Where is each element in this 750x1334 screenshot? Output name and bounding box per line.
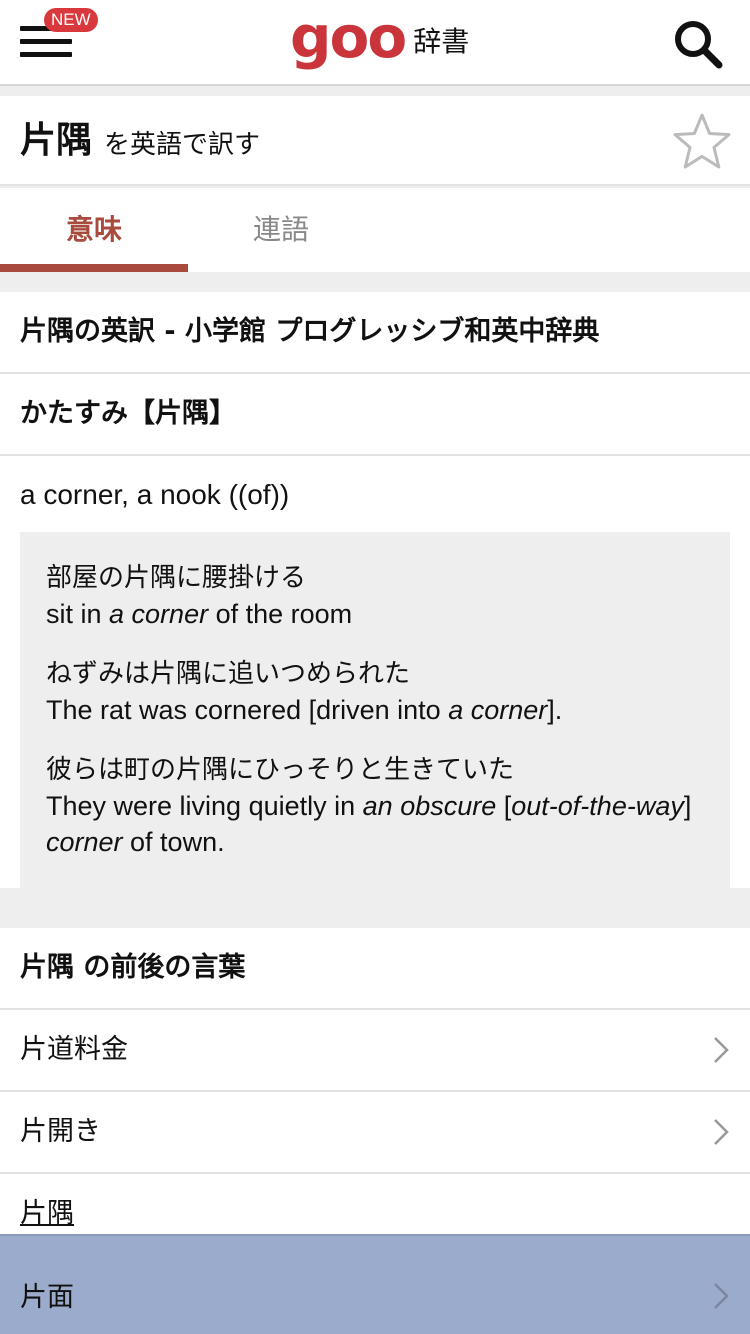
entry-section: 片隅の英訳 - 小学館 プログレッシブ和英中辞典 かたすみ【片隅】 a corn… (0, 292, 750, 888)
list-item-label: 片隅 (20, 1198, 74, 1229)
list-item-label: 片面 (20, 1282, 74, 1313)
goo-logo[interactable]: goo 辞書 (290, 8, 469, 78)
entry-definition: a corner, a nook ((of)) (20, 479, 290, 510)
example-item: 彼らは町の片隅にひっそりと生きていた They were living quie… (46, 752, 704, 860)
example-english: sit in a corner of the room (46, 599, 353, 629)
list-item-nearby-word[interactable]: 片道料金 (0, 1010, 750, 1092)
example-item: ねずみは片隅に追いつめられた The rat was cornered [dri… (46, 656, 704, 728)
example-japanese: 彼らは町の片隅にひっそりと生きていた (46, 755, 515, 785)
nearby-heading-row: 片隅 の前後の言葉 (0, 928, 750, 1010)
tab-collocations[interactable]: 連語 (187, 188, 375, 272)
bookmark-star-icon[interactable] (672, 112, 732, 172)
source-heading: 片隅の英訳 - 小学館 プログレッシブ和英中辞典 (20, 316, 600, 347)
list-item-label: 片道料金 (20, 1034, 128, 1065)
page-subtitle: を英語で訳す (104, 130, 261, 160)
chevron-right-icon (710, 1034, 732, 1066)
tab-bar: 意味 連語 (0, 188, 750, 272)
chevron-right-icon (710, 1116, 732, 1148)
example-japanese: ねずみは片隅に追いつめられた (46, 659, 411, 689)
examples-box: 部屋の片隅に腰掛ける sit in a corner of the room ね… (20, 532, 730, 888)
list-item-nearby-word[interactable]: 片面 (0, 1234, 750, 1334)
list-item-label: 片開き (20, 1116, 101, 1147)
page-title: 片隅 (20, 120, 93, 161)
reading-row: かたすみ【片隅】 (0, 374, 750, 456)
page-title-bar: 片隅 を英語で訳す (0, 96, 750, 186)
nearby-heading: 片隅 の前後の言葉 (20, 952, 246, 983)
new-badge: NEW (44, 8, 98, 32)
logo-text: goo (290, 3, 407, 71)
logo-suffix: 辞書 (413, 25, 470, 58)
source-heading-row: 片隅の英訳 - 小学館 プログレッシブ和英中辞典 (0, 292, 750, 374)
example-item: 部屋の片隅に腰掛ける sit in a corner of the room (46, 560, 704, 632)
entry-reading: かたすみ【片隅】 (20, 398, 236, 429)
search-icon[interactable] (672, 18, 724, 70)
app-header: NEW goo 辞書 (0, 0, 750, 86)
example-english: The rat was cornered [driven into a corn… (46, 695, 563, 725)
list-item-nearby-word[interactable]: 片開き (0, 1092, 750, 1174)
tab-meaning[interactable]: 意味 (0, 188, 188, 272)
example-english: They were living quietly in an obscure [… (46, 791, 692, 857)
example-japanese: 部屋の片隅に腰掛ける (46, 563, 307, 593)
chevron-right-icon (710, 1280, 732, 1312)
